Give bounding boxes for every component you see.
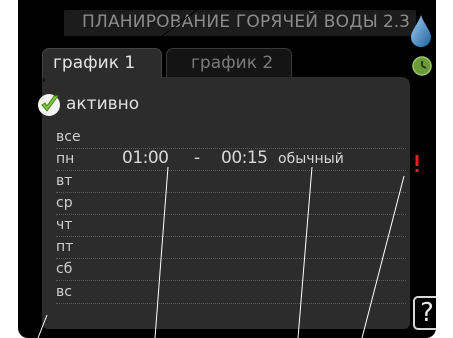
- menu-number: 2.3: [382, 12, 410, 32]
- day-row-mon[interactable]: пн 01:00 - 00:15 обычный: [56, 148, 406, 171]
- water-drop-icon: [411, 15, 431, 47]
- day-label: ср: [56, 195, 73, 211]
- day-row-thu[interactable]: чт: [56, 216, 406, 237]
- day-label: сб: [56, 261, 73, 277]
- tab-label: график 2: [191, 53, 274, 73]
- tab-schedule-1[interactable]: график 1: [42, 48, 162, 78]
- end-time[interactable]: 00:15: [221, 148, 268, 168]
- tab-schedule-2[interactable]: график 2: [166, 48, 292, 78]
- active-label: активно: [66, 94, 140, 114]
- day-row-wed[interactable]: ср: [56, 194, 406, 215]
- clock-icon: [412, 56, 432, 76]
- day-row-tue[interactable]: вт: [56, 172, 406, 193]
- day-row-fri[interactable]: пт: [56, 238, 406, 259]
- comfort-mode[interactable]: обычный: [278, 151, 344, 167]
- day-label: пт: [56, 239, 74, 255]
- day-row-all[interactable]: все: [56, 128, 406, 149]
- start-time[interactable]: 01:00: [122, 148, 169, 168]
- day-row-sat[interactable]: сб: [56, 260, 406, 281]
- day-label: вс: [56, 284, 72, 300]
- day-label: вт: [56, 173, 73, 189]
- tab-label: график 1: [53, 53, 136, 73]
- exclamation-icon: [415, 155, 419, 172]
- day-label: пн: [56, 151, 75, 167]
- help-icon[interactable]: ?: [413, 296, 436, 330]
- menu-header: ПЛАНИРОВАНИЕ ГОРЯЧЕЙ ВОДЫ 2.3: [64, 10, 416, 36]
- display-screen: ПЛАНИРОВАНИЕ ГОРЯЧЕЙ ВОДЫ 2.3 график 2 г…: [18, 0, 436, 338]
- day-label: чт: [56, 217, 73, 233]
- day-row-sun[interactable]: вс: [56, 283, 406, 304]
- checkmark-icon: [38, 94, 60, 116]
- day-label: все: [56, 129, 81, 145]
- page-title: ПЛАНИРОВАНИЕ ГОРЯЧЕЙ ВОДЫ: [82, 12, 378, 32]
- time-separator: -: [194, 148, 201, 168]
